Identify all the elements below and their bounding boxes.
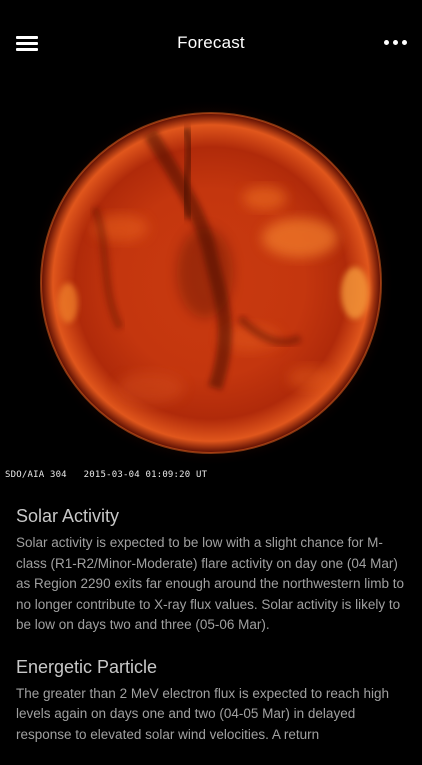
nav-bar: Forecast: [0, 0, 422, 88]
more-options-icon[interactable]: [384, 38, 408, 48]
section-title: Solar Activity: [16, 506, 120, 526]
section-body: The greater than 2 MeV electron flux is …: [16, 685, 389, 742]
section-body: Solar activity is expected to be low wit…: [16, 535, 404, 632]
image-caption: SDO/AIA 304 2015-03-04 01:09:20 UT: [5, 470, 208, 480]
forecast-content: Solar Activity Solar activity is expecte…: [16, 505, 406, 765]
section-energetic-particle: Energetic Particle The greater than 2 Me…: [16, 656, 406, 746]
section-title: Energetic Particle: [16, 656, 158, 677]
section-solar-activity: Solar Activity Solar activity is expecte…: [16, 505, 406, 636]
page-title: Forecast: [177, 33, 245, 52]
sun-image: [0, 88, 422, 488]
